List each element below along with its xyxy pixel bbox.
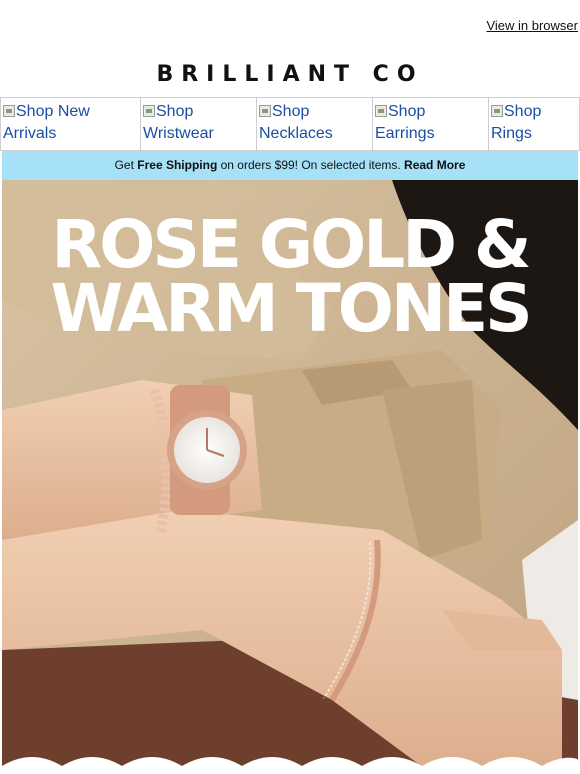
broken-image-icon bbox=[3, 105, 15, 117]
free-shipping-banner[interactable]: Get Free Shipping on orders $99! On sele… bbox=[2, 151, 578, 180]
brand-logo[interactable]: BRILLIANT CO bbox=[0, 62, 580, 87]
shipping-highlight: Free Shipping bbox=[137, 158, 218, 172]
hero-title-line2: WARM TONES bbox=[50, 270, 532, 347]
broken-image-icon bbox=[259, 105, 271, 117]
read-more-link[interactable]: Read More bbox=[404, 158, 465, 172]
view-in-browser-link[interactable]: View in browser bbox=[486, 18, 578, 33]
nav-shop-necklaces[interactable]: Shop Necklaces bbox=[256, 98, 372, 150]
nav-shop-rings[interactable]: Shop Rings bbox=[488, 98, 580, 150]
broken-image-icon bbox=[143, 105, 155, 117]
shipping-prefix: Get bbox=[114, 158, 138, 172]
nav-image-links: Shop New Arrivals Shop Wristwear Shop Ne… bbox=[0, 97, 580, 151]
nav-shop-wristwear[interactable]: Shop Wristwear bbox=[140, 98, 256, 150]
shipping-middle: on orders $99! On selected items. bbox=[217, 158, 405, 172]
hero-banner[interactable]: ROSE GOLD & WARM TONES bbox=[2, 180, 578, 774]
nav-shop-earrings[interactable]: Shop Earrings bbox=[372, 98, 488, 150]
nav-shop-new-arrivals[interactable]: Shop New Arrivals bbox=[0, 98, 140, 150]
broken-image-icon bbox=[491, 105, 503, 117]
hero-title-line1: ROSE GOLD & bbox=[51, 206, 531, 283]
nav-label: Shop New Arrivals bbox=[3, 103, 90, 142]
email-top-bar: View in browser bbox=[0, 0, 580, 60]
broken-image-icon bbox=[375, 105, 387, 117]
